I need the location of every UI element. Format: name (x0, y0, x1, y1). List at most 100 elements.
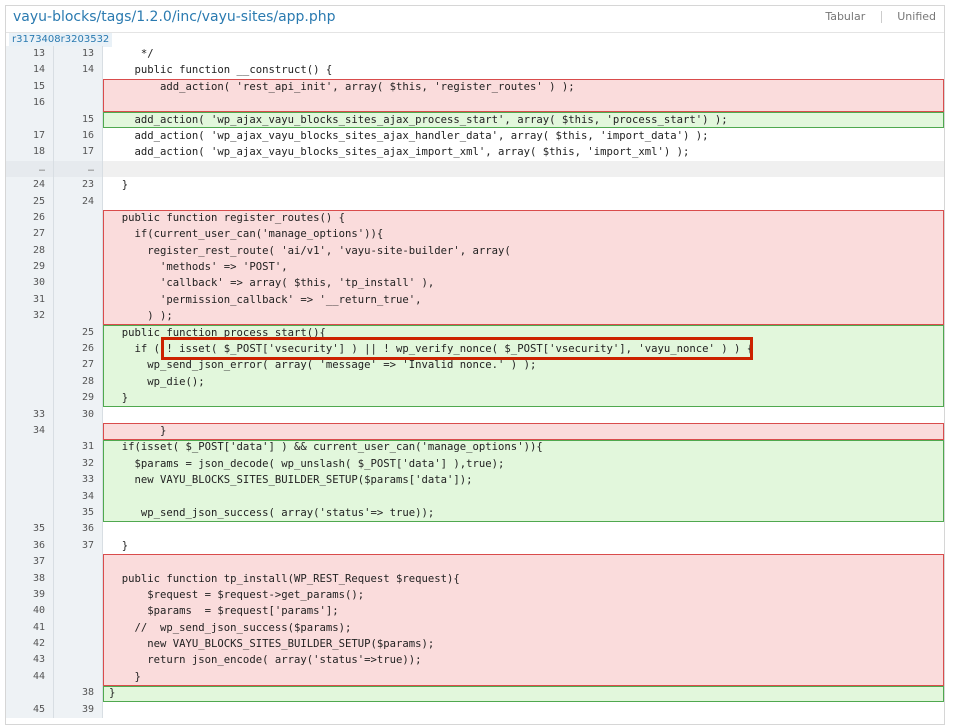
new-line-number: 37 (54, 537, 103, 555)
new-line-number: 14 (54, 62, 103, 79)
context-line: 14 14 public function __construct() { (6, 62, 944, 79)
code-text: $params = $request['params']; (103, 603, 944, 620)
diff-table: 13 13 */14 14 public function __construct(… (6, 46, 944, 719)
old-line-number: 15 (6, 78, 54, 96)
old-line-number: 29 (6, 259, 54, 276)
old-line-number: 34 (6, 422, 54, 440)
old-line-number: 43 (6, 652, 54, 669)
new-line-number (54, 619, 103, 637)
view-separator (880, 11, 882, 23)
added-line: 35 wp_send_json_success( array('status'=… (6, 504, 944, 522)
new-line-number: 29 (54, 390, 103, 407)
revision-link[interactable]: r3173408r3203532 (9, 33, 113, 47)
new-line-number (54, 209, 103, 227)
new-line-number: … (54, 160, 103, 178)
file-path-link[interactable]: vayu-blocks/tags/1.2.0/inc/vayu-sites/ap… (13, 9, 336, 25)
code-text: } (103, 390, 944, 407)
code-text: public function tp_install(WP_REST_Reque… (103, 570, 944, 587)
old-line-number: 26 (6, 209, 54, 227)
code-text: } (109, 539, 129, 552)
deleted-line: 29 'methods' => 'POST', (6, 259, 944, 276)
new-line-number: 24 (54, 193, 103, 210)
code-text: if(isset( $_POST['data'] ) && current_us… (103, 439, 944, 456)
code-text: } (103, 422, 944, 440)
old-line-number: 30 (6, 275, 54, 292)
deleted-line: 42 new VAYU_BLOCKS_SITES_BUILDER_SETUP($… (6, 636, 944, 653)
context-line: 18 17 add_action( 'wp_ajax_vayu_blocks_si… (6, 144, 944, 161)
new-line-number (54, 603, 103, 620)
code-text: 'methods' => 'POST', (103, 259, 944, 276)
code-text: $request = $request->get_params(); (103, 586, 944, 604)
new-line-number: 36 (54, 521, 103, 538)
code-text (103, 95, 944, 112)
code-text (103, 160, 944, 178)
code-text: 'callback' => array( $this, 'tp_install'… (103, 275, 944, 292)
context-line: 45 39 (6, 701, 944, 719)
old-line-number (6, 504, 54, 522)
code-text: ) ); (103, 308, 944, 325)
new-line-number (54, 78, 103, 96)
added-line: 31 if(isset( $_POST['data'] ) && current… (6, 439, 944, 456)
code-text: 'permission_callback' => '__return_true'… (103, 291, 944, 309)
old-line-number: 39 (6, 586, 54, 604)
deleted-line: 27 if(current_user_can('manage_options')… (6, 226, 944, 243)
new-line-number (54, 291, 103, 309)
deleted-line: 26 public function register_routes() { (6, 209, 944, 227)
old-line-number (6, 373, 54, 391)
new-line-number: 32 (54, 455, 103, 473)
old-line-number (6, 439, 54, 456)
new-line-number (54, 275, 103, 292)
code-text: } (103, 668, 944, 686)
new-line-number (54, 570, 103, 587)
new-line-number: 34 (54, 488, 103, 505)
old-line-number: … (6, 160, 54, 178)
added-line: 33 new VAYU_BLOCKS_SITES_BUILDER_SETUP($… (6, 472, 944, 489)
new-line-number: 23 (54, 177, 103, 194)
added-line: 38} (6, 685, 944, 702)
context-line: 25 24 (6, 193, 944, 210)
deleted-line: 43 return json_encode( array('status'=>t… (6, 652, 944, 669)
new-line-number: 16 (54, 127, 103, 145)
new-line-number: 17 (54, 144, 103, 161)
deleted-line: 32 ) ); (6, 308, 944, 325)
new-line-number (54, 668, 103, 686)
deleted-line: 37 (6, 554, 944, 571)
new-line-number (54, 242, 103, 260)
added-line: 25 public function process_start(){ (6, 324, 944, 342)
new-line-number: 13 (54, 46, 103, 63)
old-line-number (6, 324, 54, 342)
code-text: // wp_send_json_success($params); (103, 619, 944, 637)
deleted-line: 44 } (6, 668, 944, 686)
revision-bar: r3173408r3203532 (6, 32, 944, 47)
new-line-number (54, 636, 103, 653)
new-line-number (54, 259, 103, 276)
new-line-number (54, 422, 103, 440)
old-line-number: 18 (6, 144, 54, 161)
old-line-number: 33 (6, 406, 54, 423)
tabular-view-button[interactable]: Tabular (825, 10, 865, 23)
added-line: 28 wp_die(); (6, 373, 944, 391)
deleted-line: 40 $params = $request['params']; (6, 603, 944, 620)
old-line-number: 42 (6, 636, 54, 653)
old-line-number: 27 (6, 226, 54, 243)
code-text: wp_send_json_success( array('status'=> t… (103, 504, 944, 522)
code-text: add_action( 'wp_ajax_vayu_blocks_sites_a… (109, 129, 709, 142)
old-line-number: 13 (6, 46, 54, 63)
context-line: 24 23 } (6, 177, 944, 194)
new-line-number (54, 308, 103, 325)
old-line-number: 36 (6, 537, 54, 555)
deleted-line: 38 public function tp_install(WP_REST_Re… (6, 570, 944, 587)
context-line: 17 16 add_action( 'wp_ajax_vayu_blocks_si… (6, 127, 944, 145)
code-text: add_action( 'rest_api_init', array( $thi… (103, 78, 944, 96)
old-line-number: 14 (6, 62, 54, 79)
unified-view-button[interactable]: Unified (897, 10, 936, 23)
code-text (103, 554, 944, 571)
old-line-number (6, 357, 54, 374)
new-line-number (54, 652, 103, 669)
added-line: 34 (6, 488, 944, 505)
code-text: public function __construct() { (109, 64, 333, 77)
code-text: add_action( 'wp_ajax_vayu_blocks_sites_a… (109, 146, 690, 159)
old-line-number: 41 (6, 619, 54, 637)
